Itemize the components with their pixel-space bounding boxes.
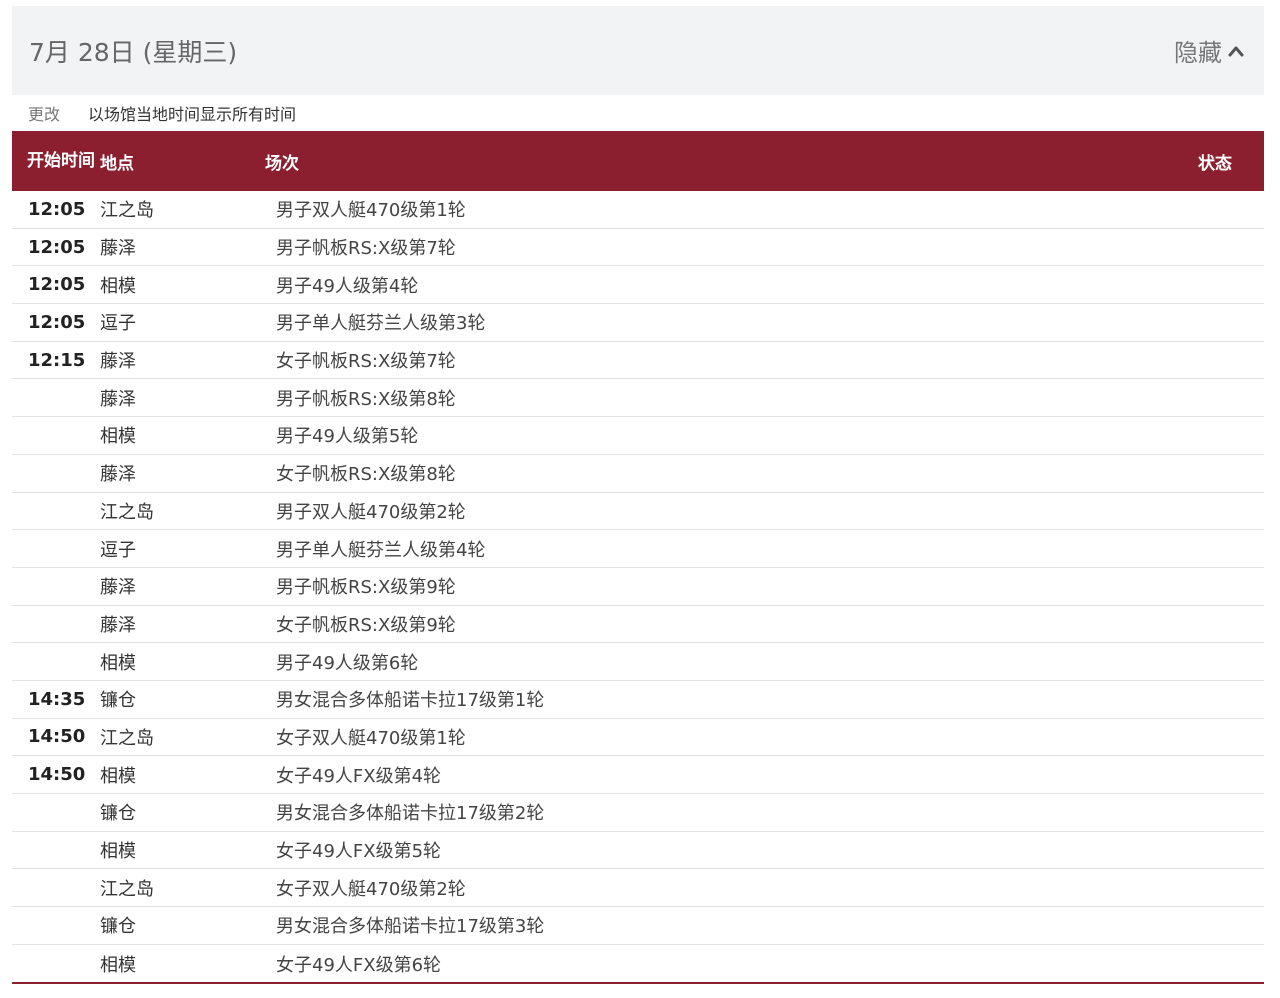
- row-event: 男子49人级第6轮: [276, 652, 419, 674]
- table-row[interactable]: 12:05 相模 男子49人级第4轮: [12, 266, 1264, 305]
- row-venue: 江之岛: [100, 200, 154, 222]
- row-venue: 相模: [100, 765, 136, 787]
- table-row[interactable]: 藤泽 女子帆板RS:X级第8轮: [12, 455, 1264, 493]
- table-row[interactable]: 相模 男子49人级第6轮: [12, 643, 1264, 681]
- row-time: 12:05: [28, 198, 86, 220]
- table-header: 开始时间 地点 场次 状态: [12, 131, 1264, 191]
- column-header-event: 场次: [265, 153, 299, 174]
- table-row[interactable]: 14:50 江之岛 女子双人艇470级第1轮: [12, 719, 1264, 757]
- table-row[interactable]: 12:05 藤泽 男子帆板RS:X级第7轮: [12, 229, 1264, 267]
- change-timezone-link[interactable]: 更改: [28, 101, 60, 125]
- row-event: 男子49人级第4轮: [276, 275, 419, 297]
- row-event: 男子帆板RS:X级第8轮: [276, 388, 456, 410]
- table-row[interactable]: 藤泽 女子帆板RS:X级第9轮: [12, 606, 1264, 644]
- row-venue: 逗子: [100, 539, 136, 561]
- row-time: 12:05: [28, 236, 86, 258]
- row-event: 男子单人艇芬兰人级第4轮: [276, 539, 486, 561]
- table-row[interactable]: 相模 女子49人FX级第6轮: [12, 945, 1264, 983]
- row-event: 男女混合多体船诺卡拉17级第2轮: [276, 803, 545, 825]
- row-venue: 逗子: [100, 313, 136, 335]
- row-venue: 藤泽: [100, 464, 136, 486]
- schedule-rows: 12:05 江之岛 男子双人艇470级第1轮 12:05 藤泽 男子帆板RS:X级第7轮 1…: [12, 191, 1264, 985]
- column-header-time: 开始时间: [27, 151, 95, 171]
- row-venue: 相模: [100, 275, 136, 297]
- table-row[interactable]: 12:05 江之岛 男子双人艇470级第1轮: [12, 191, 1264, 229]
- table-row[interactable]: 14:50 相模 女子49人FX级第4轮: [12, 756, 1264, 794]
- row-venue: 相模: [100, 841, 136, 863]
- row-time: 14:50: [28, 764, 86, 786]
- table-row[interactable]: 12:15 藤泽 女子帆板RS:X级第7轮: [12, 342, 1264, 380]
- row-event: 男子帆板RS:X级第9轮: [276, 577, 456, 599]
- row-venue: 藤泽: [100, 388, 136, 410]
- column-header-status: 状态: [1198, 153, 1232, 174]
- hide-toggle-button[interactable]: 隐藏: [1174, 33, 1244, 68]
- day-header: 7月 28日 (星期三) 隐藏: [12, 6, 1264, 95]
- row-time: 14:50: [28, 726, 86, 748]
- table-row[interactable]: 藤泽 男子帆板RS:X级第9轮: [12, 568, 1264, 606]
- day-title: 7月 28日 (星期三): [29, 37, 238, 67]
- chevron-up-icon: [1228, 46, 1244, 56]
- row-event: 男女混合多体船诺卡拉17级第3轮: [276, 916, 545, 938]
- hide-toggle-label: 隐藏: [1174, 39, 1222, 67]
- row-event: 女子帆板RS:X级第8轮: [276, 464, 456, 486]
- timezone-bar: 更改 以场馆当地时间显示所有时间: [12, 95, 1264, 131]
- row-venue: 相模: [100, 652, 136, 674]
- row-time: 12:15: [28, 349, 86, 371]
- table-row[interactable]: 相模 男子49人级第5轮: [12, 417, 1264, 455]
- row-venue: 镰仓: [100, 916, 136, 938]
- row-event: 男子双人艇470级第2轮: [276, 501, 466, 523]
- row-venue: 江之岛: [100, 501, 154, 523]
- row-event: 女子帆板RS:X级第7轮: [276, 351, 456, 373]
- table-row[interactable]: 逗子 男子单人艇芬兰人级第4轮: [12, 530, 1264, 568]
- row-event: 女子双人艇470级第2轮: [276, 878, 466, 900]
- row-venue: 藤泽: [100, 238, 136, 260]
- timezone-note: 以场馆当地时间显示所有时间: [88, 105, 297, 124]
- row-venue: 相模: [100, 426, 136, 448]
- row-event: 男子帆板RS:X级第7轮: [276, 238, 456, 260]
- row-venue: 镰仓: [100, 803, 136, 825]
- table-row[interactable]: 镰仓 男女混合多体船诺卡拉17级第3轮: [12, 907, 1264, 945]
- row-time: 14:35: [28, 688, 86, 710]
- row-venue: 藤泽: [100, 351, 136, 373]
- table-row[interactable]: 12:05 逗子 男子单人艇芬兰人级第3轮: [12, 304, 1264, 342]
- row-event: 男子双人艇470级第1轮: [276, 200, 466, 222]
- row-event: 女子49人FX级第4轮: [276, 765, 442, 787]
- row-venue: 相模: [100, 954, 136, 976]
- column-header-venue: 地点: [100, 153, 134, 174]
- table-row[interactable]: 江之岛 女子双人艇470级第2轮: [12, 869, 1264, 908]
- row-event: 女子49人FX级第6轮: [276, 954, 442, 976]
- row-venue: 江之岛: [100, 727, 154, 749]
- row-event: 女子49人FX级第5轮: [276, 841, 442, 863]
- row-venue: 藤泽: [100, 577, 136, 599]
- table-row[interactable]: 镰仓 男女混合多体船诺卡拉17级第2轮: [12, 794, 1264, 832]
- row-event: 男子单人艇芬兰人级第3轮: [276, 313, 486, 335]
- row-event: 男子49人级第5轮: [276, 426, 419, 448]
- row-venue: 藤泽: [100, 614, 136, 636]
- schedule-panel: 7月 28日 (星期三) 隐藏 更改 以场馆当地时间显示所有时间 开始时间 地点…: [12, 6, 1264, 985]
- table-row[interactable]: 藤泽 男子帆板RS:X级第8轮: [12, 379, 1264, 418]
- row-event: 女子帆板RS:X级第9轮: [276, 614, 456, 636]
- row-time: 12:05: [28, 274, 86, 296]
- row-venue: 江之岛: [100, 878, 154, 900]
- row-time: 12:05: [28, 311, 86, 333]
- row-venue: 镰仓: [100, 690, 136, 712]
- row-event: 女子双人艇470级第1轮: [276, 727, 466, 749]
- table-row[interactable]: 江之岛 男子双人艇470级第2轮: [12, 493, 1264, 531]
- row-event: 男女混合多体船诺卡拉17级第1轮: [276, 690, 545, 712]
- table-row[interactable]: 14:35 镰仓 男女混合多体船诺卡拉17级第1轮: [12, 681, 1264, 719]
- table-row[interactable]: 相模 女子49人FX级第5轮: [12, 832, 1264, 870]
